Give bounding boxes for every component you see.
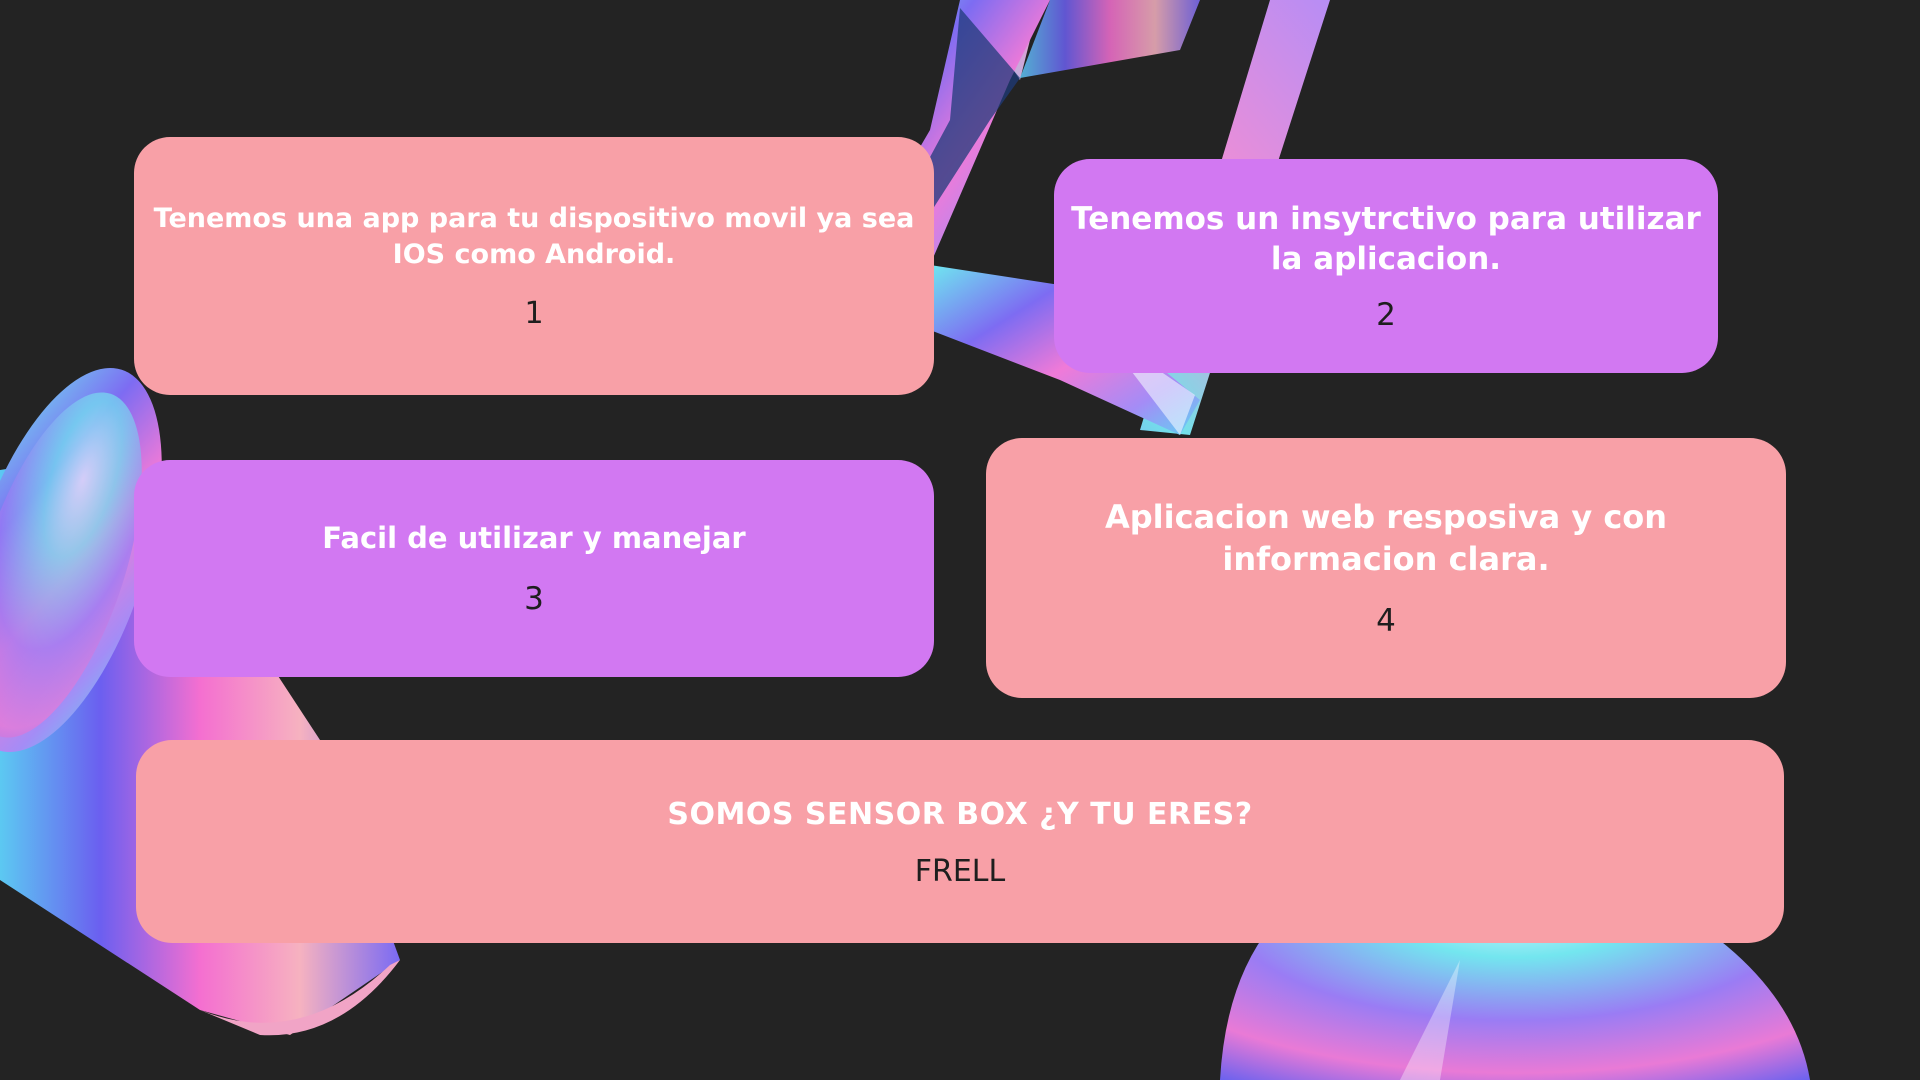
closing-banner: SOMOS SENSOR BOX ¿Y TU ERES? FRELL bbox=[136, 740, 1784, 943]
feature-card-3: Facil de utilizar y manejar 3 bbox=[134, 460, 934, 677]
feature-card-1: Tenemos una app para tu dispositivo movi… bbox=[134, 137, 934, 395]
slide: Tenemos una app para tu dispositivo movi… bbox=[0, 0, 1920, 1080]
card-number: 1 bbox=[524, 295, 544, 331]
card-number: 2 bbox=[1376, 297, 1396, 334]
card-title: Tenemos un insytrctivo para utilizar la … bbox=[1071, 200, 1701, 277]
feature-card-2: Tenemos un insytrctivo para utilizar la … bbox=[1054, 159, 1718, 373]
card-title: Facil de utilizar y manejar bbox=[322, 520, 746, 555]
card-title: Aplicacion web resposiva y con informaci… bbox=[1104, 498, 1668, 578]
card-number: 3 bbox=[524, 581, 544, 618]
feature-card-4: Aplicacion web resposiva y con informaci… bbox=[986, 438, 1786, 698]
card-title: Tenemos una app para tu dispositivo movi… bbox=[153, 203, 915, 270]
card-number: 4 bbox=[1376, 602, 1396, 639]
banner-subtitle: FRELL bbox=[914, 853, 1006, 889]
banner-title: SOMOS SENSOR BOX ¿Y TU ERES? bbox=[667, 796, 1253, 832]
